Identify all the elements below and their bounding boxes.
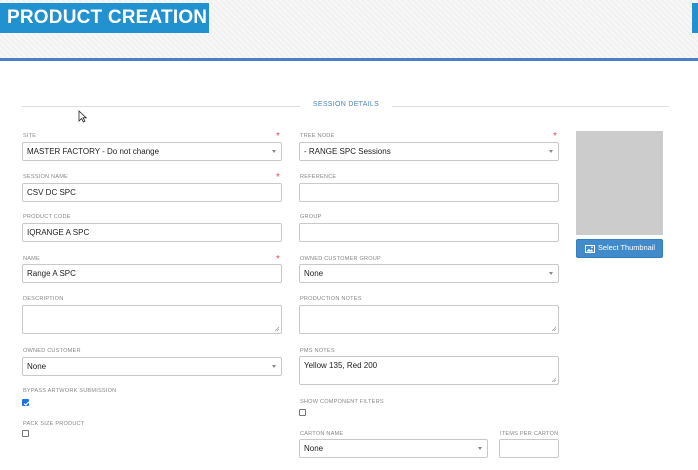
carton-name-label: CARTON NAME [300,431,344,437]
tree-node-required-marker: * [553,131,557,142]
select-thumbnail-label: Select Thumbnail [598,243,655,252]
reference-input[interactable] [299,183,559,202]
site-required-marker: * [276,131,280,142]
bypass-artwork-label: BYPASS ARTWORK SUBMISSION [23,388,117,394]
chevron-down-icon [549,150,553,153]
owned-customer-label: OWNED CUSTOMER [23,348,81,354]
thumbnail-placeholder [576,131,663,235]
page-title: PRODUCT CREATION [7,7,208,28]
owned-customer-select[interactable]: None [22,357,282,376]
select-thumbnail-button[interactable]: Select Thumbnail [576,239,663,258]
carton-name-select[interactable]: None [299,439,488,458]
product-code-label: PRODUCT CODE [23,214,71,220]
production-notes-textarea[interactable] [299,305,559,334]
reference-label: REFERENCE [300,174,337,180]
section-divider-left [22,106,300,107]
owned-customer-group-label: OWNED CUSTOMER GROUP [300,256,381,262]
group-input[interactable] [299,223,559,242]
resize-grip-icon[interactable] [551,377,557,383]
carton-name-value: None [304,444,324,453]
owned-customer-group-select[interactable]: None [299,264,559,283]
pms-notes-label: PMS NOTES [300,348,335,354]
header-accent [692,3,698,33]
session-name-label: SESSION NAME [23,174,68,180]
site-label: SITE [23,133,37,139]
group-label: GROUP [300,214,322,220]
items-per-carton-label: ITEMS PER CARTON [500,431,559,437]
session-name-required-marker: * [276,172,280,183]
header-divider [0,58,698,61]
mouse-cursor-icon [78,110,87,123]
section-divider-right [392,106,669,107]
name-label: NAME [23,256,40,262]
resize-grip-icon[interactable] [274,326,280,332]
items-per-carton-input[interactable] [499,439,559,458]
page-header: PRODUCT CREATION [0,0,698,58]
pms-notes-textarea[interactable]: Yellow 135, Red 200 [299,356,559,385]
tree-node-label: TREE NODE [300,133,335,139]
image-icon [585,245,595,253]
site-value: MASTER FACTORY - Do not change [27,147,160,156]
session-name-input[interactable]: CSV DC SPC [22,183,282,202]
name-input[interactable]: Range A SPC [22,264,282,283]
owned-customer-value: None [27,362,47,371]
owned-customer-group-value: None [304,269,324,278]
chevron-down-icon [272,365,276,368]
page-title-banner: PRODUCT CREATION [0,3,209,33]
pms-notes-value: Yellow 135, Red 200 [304,361,378,370]
chevron-down-icon [272,150,276,153]
description-label: DESCRIPTION [23,296,64,302]
tree-node-value: - RANGE SPC Sessions [304,147,391,156]
checkmark-icon [23,401,30,406]
show-component-filters-checkbox[interactable] [299,409,306,416]
show-component-filters-label: SHOW COMPONENT FILTERS [300,399,384,405]
description-textarea[interactable] [22,305,282,334]
tree-node-select[interactable]: - RANGE SPC Sessions [299,142,559,161]
chevron-down-icon [478,447,482,450]
bypass-artwork-checkbox[interactable] [22,399,30,406]
pack-size-product-checkbox[interactable] [22,430,29,437]
resize-grip-icon[interactable] [551,326,557,332]
chevron-down-icon [549,272,553,275]
production-notes-label: PRODUCTION NOTES [300,296,362,302]
section-title: SESSION DETAILS [312,101,380,108]
pack-size-product-label: PACK SIZE PRODUCT [23,421,85,427]
site-select[interactable]: MASTER FACTORY - Do not change [22,142,282,161]
product-code-input[interactable]: IQRANGE A SPC [22,223,282,242]
page: PRODUCT CREATION SESSION DETAILS SITE * … [0,0,698,470]
